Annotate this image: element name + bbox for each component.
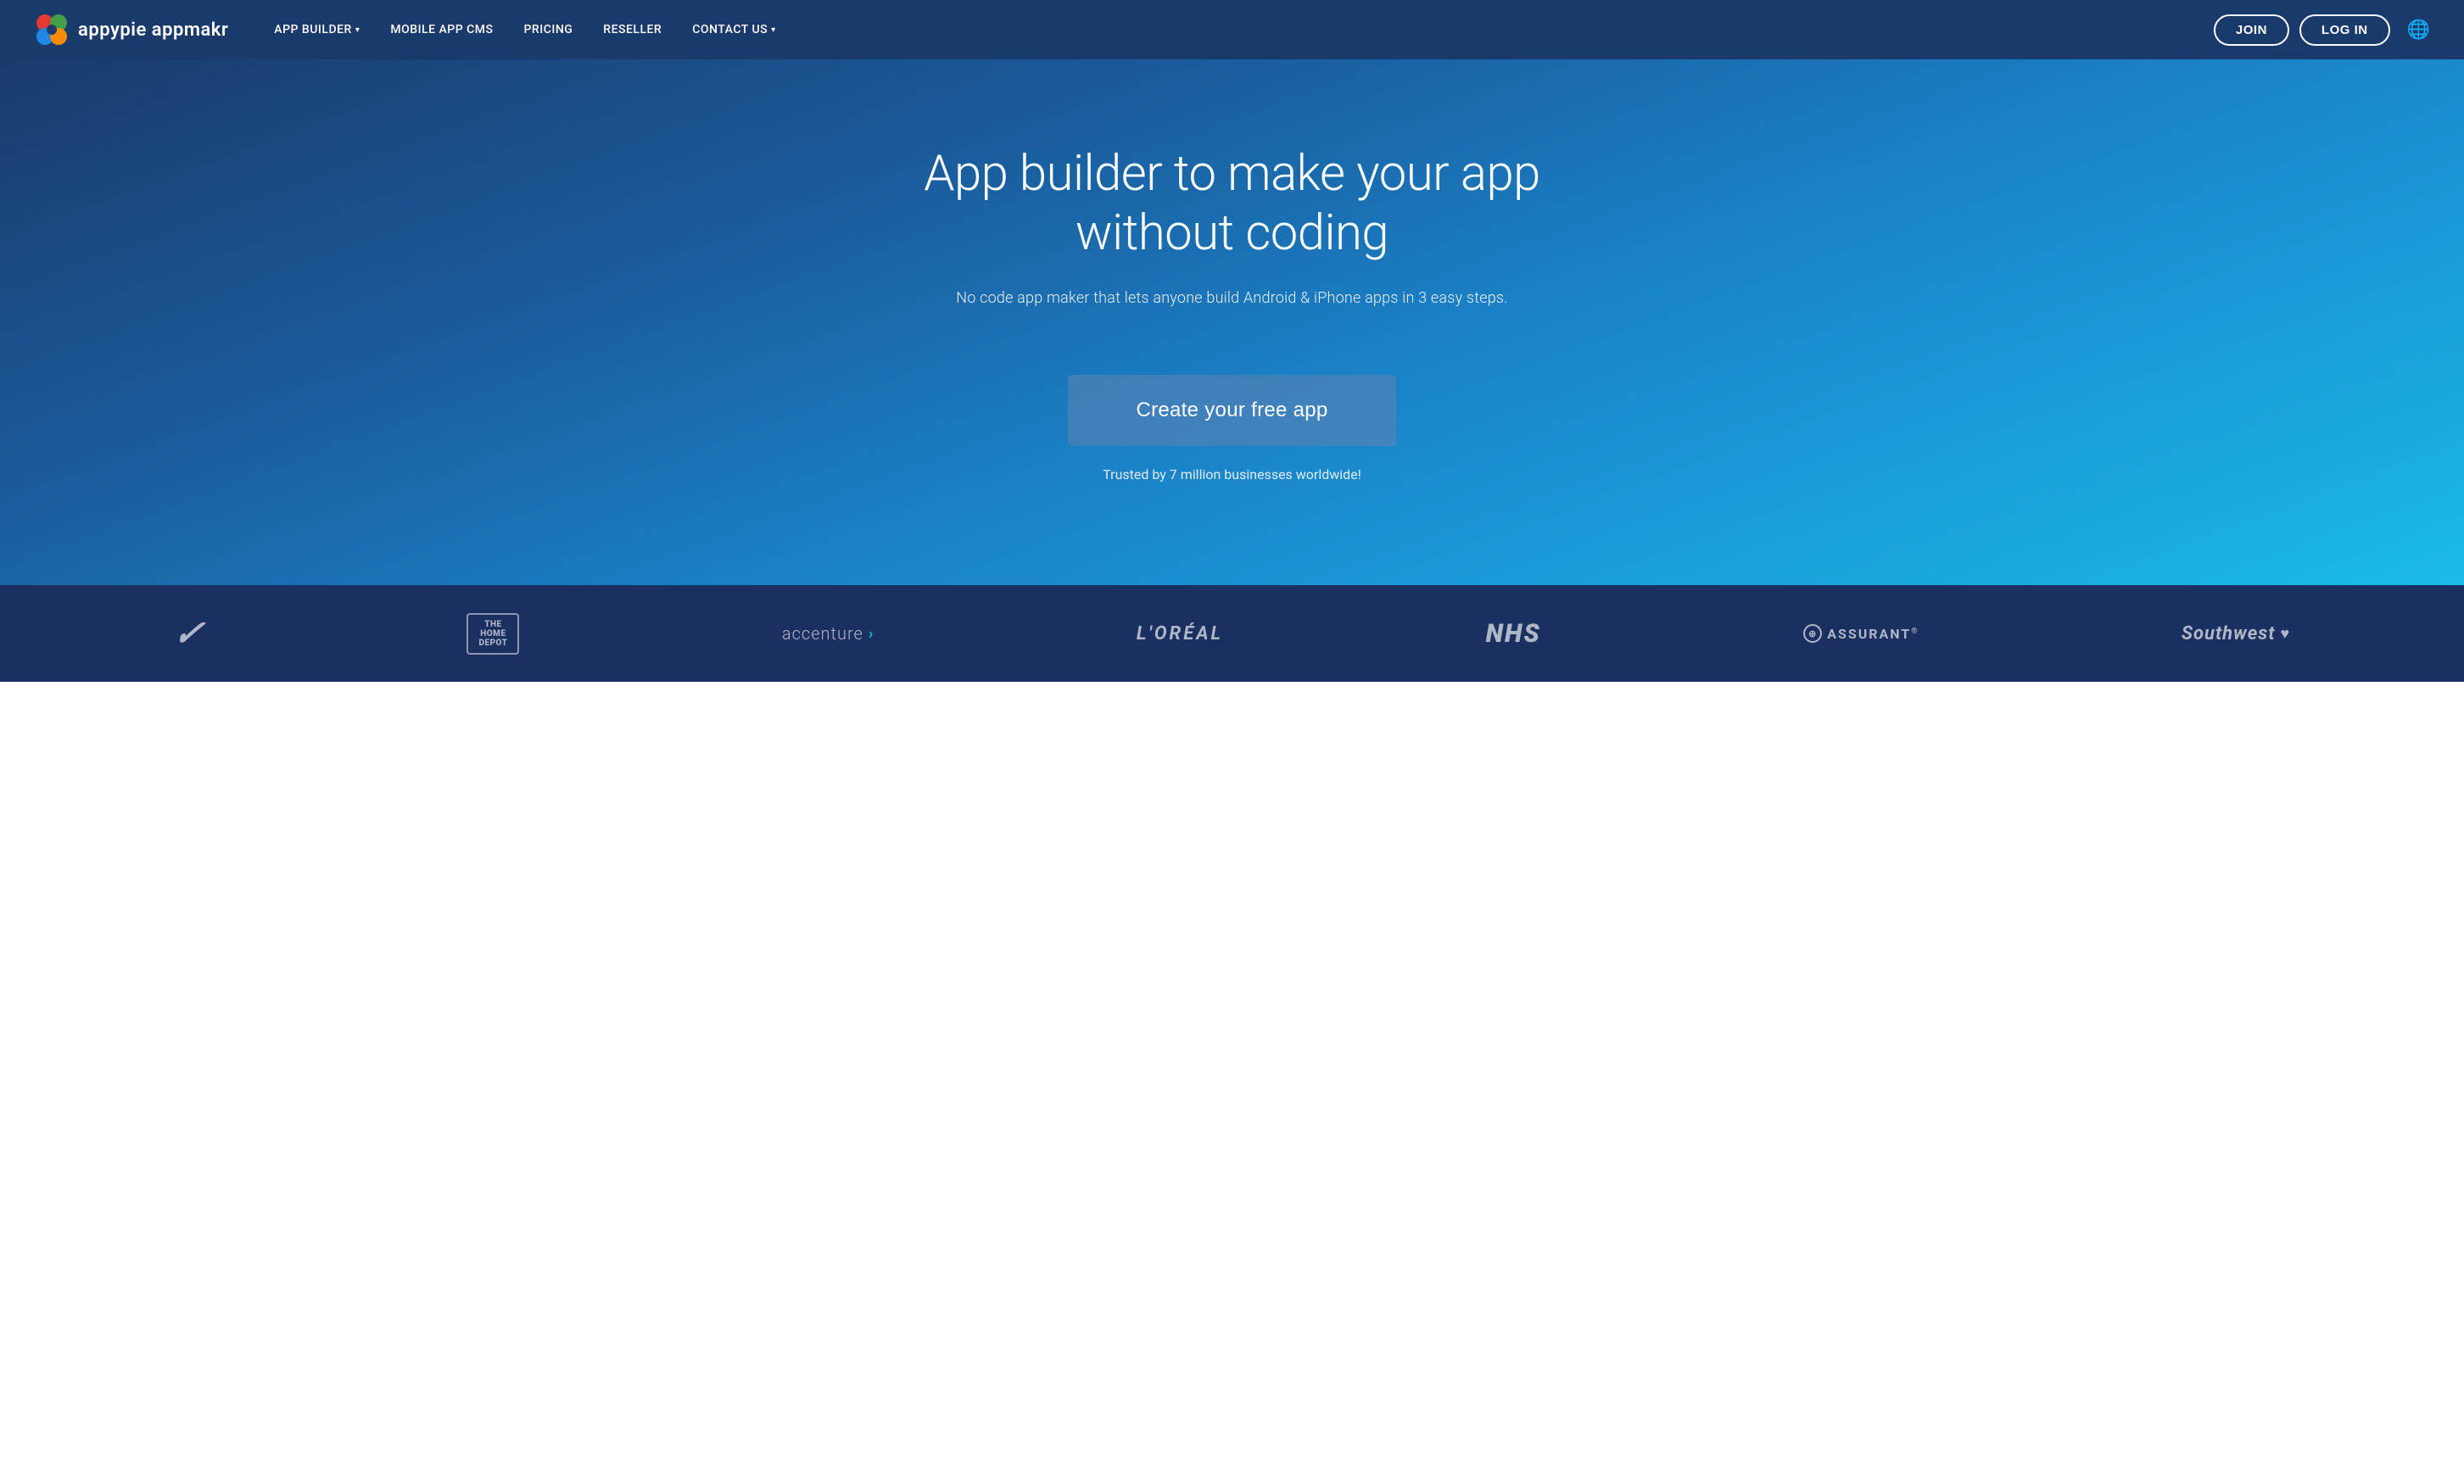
trust-text: Trusted by 7 million businesses worldwid…: [1103, 466, 1361, 483]
hero-title: App builder to make your app without cod…: [851, 145, 1614, 263]
chevron-down-icon: ▾: [355, 25, 360, 35]
navbar: appypie appmakr APP BUILDER ▾ MOBILE APP…: [0, 0, 2464, 59]
hero-section: App builder to make your app without cod…: [0, 59, 2464, 585]
brand-nike: ✓: [170, 612, 208, 655]
brand-assurant: ⊕ ASSURANT®: [1803, 624, 1919, 643]
brand-loreal: L'ORÉAL: [1137, 623, 1223, 644]
nav-actions: JOIN LOG IN 🌐: [2214, 14, 2430, 46]
nav-reseller[interactable]: RESELLER: [591, 16, 673, 43]
logo-icon: [34, 12, 70, 47]
nav-mobile-app-cms[interactable]: MOBILE APP CMS: [378, 16, 505, 43]
brand-southwest: Southwest♥: [2182, 623, 2290, 644]
brand-home-depot: THEHOMEDEPOT: [467, 613, 519, 655]
brand-nhs: NHS: [1486, 619, 1541, 649]
hero-subtitle: No code app maker that lets anyone build…: [956, 289, 1508, 307]
create-free-app-button[interactable]: Create your free app: [1068, 375, 1395, 446]
brand-accenture: accenture ›: [782, 623, 874, 644]
brands-section: ✓ THEHOMEDEPOT accenture › L'ORÉAL NHS ⊕…: [0, 585, 2464, 682]
nav-contact-us[interactable]: CONTACT US ▾: [680, 16, 787, 43]
nav-pricing[interactable]: PRICING: [512, 16, 585, 43]
nav-app-builder[interactable]: APP BUILDER ▾: [262, 16, 372, 43]
join-button[interactable]: JOIN: [2214, 14, 2289, 46]
login-button[interactable]: LOG IN: [2299, 14, 2390, 46]
brand-name: appypie appmakr: [78, 20, 228, 41]
globe-icon[interactable]: 🌐: [2407, 20, 2430, 41]
logo[interactable]: appypie appmakr: [34, 12, 228, 47]
chevron-down-icon-contact: ▾: [771, 25, 776, 35]
nav-links: APP BUILDER ▾ MOBILE APP CMS PRICING RES…: [262, 16, 2214, 43]
